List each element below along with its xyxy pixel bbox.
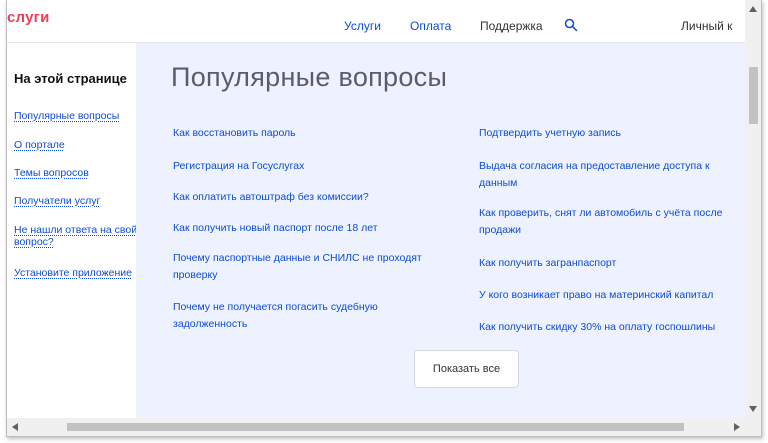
sidebar: На этой странице Популярные вопросы О по… bbox=[7, 43, 139, 418]
question-link[interactable]: Как восстановить пароль bbox=[173, 125, 443, 142]
search-icon[interactable] bbox=[564, 18, 578, 32]
page-viewport: слуги Услуги Оплата Поддержка Личный к Н… bbox=[7, 0, 745, 418]
vertical-scroll-thumb[interactable] bbox=[749, 67, 758, 124]
nav-services[interactable]: Услуги bbox=[344, 19, 381, 33]
question-link[interactable]: Регистрация на Госуслугах bbox=[173, 158, 443, 175]
sidebar-item-about[interactable]: О портале bbox=[14, 139, 139, 151]
sidebar-item-no-answer[interactable]: Не нашли ответа на свой вопрос? bbox=[14, 224, 139, 248]
logo[interactable]: слуги bbox=[7, 9, 49, 26]
vertical-scrollbar[interactable] bbox=[745, 0, 761, 418]
sidebar-item-topics[interactable]: Темы вопросов bbox=[14, 167, 139, 179]
nav-payment[interactable]: Оплата bbox=[410, 19, 451, 33]
horizontal-scroll-thumb[interactable] bbox=[67, 423, 684, 431]
question-link[interactable]: Почему паспортные данные и СНИЛС не прох… bbox=[173, 250, 438, 284]
site-header: слуги Услуги Оплата Поддержка Личный к bbox=[7, 0, 745, 43]
scroll-left-arrow-icon[interactable] bbox=[12, 423, 18, 431]
scroll-down-arrow-icon[interactable] bbox=[749, 406, 757, 412]
sidebar-item-recipients[interactable]: Получатели услуг bbox=[14, 195, 139, 207]
nav-support[interactable]: Поддержка bbox=[480, 19, 543, 33]
browser-window: слуги Услуги Оплата Поддержка Личный к Н… bbox=[6, 0, 762, 437]
sidebar-item-app[interactable]: Установите приложение bbox=[14, 267, 139, 279]
show-all-button[interactable]: Показать все bbox=[414, 350, 519, 388]
main-content: Популярные вопросы Как восстановить паро… bbox=[136, 43, 745, 418]
account-link[interactable]: Личный к bbox=[681, 19, 732, 33]
sidebar-title: На этой странице bbox=[14, 71, 127, 86]
scroll-up-arrow-icon[interactable] bbox=[749, 6, 757, 12]
scroll-right-arrow-icon[interactable] bbox=[734, 423, 740, 431]
scrollbar-corner bbox=[745, 418, 761, 436]
question-link[interactable]: Подтвердить учетную запись bbox=[479, 125, 734, 142]
question-link[interactable]: Как проверить, снят ли автомобиль с учёт… bbox=[479, 205, 739, 239]
sidebar-item-popular[interactable]: Популярные вопросы bbox=[14, 110, 139, 122]
horizontal-scrollbar[interactable] bbox=[7, 418, 745, 436]
question-link[interactable]: Выдача согласия на предоставление доступ… bbox=[479, 158, 734, 192]
question-link[interactable]: У кого возникает право на материнский ка… bbox=[479, 287, 739, 304]
question-link[interactable]: Как оплатить автоштраф без комиссии? bbox=[173, 189, 443, 206]
question-link[interactable]: Как получить загранпаспорт bbox=[479, 255, 734, 272]
question-link[interactable]: Как получить скидку 30% на оплату госпош… bbox=[479, 319, 739, 336]
page-title: Популярные вопросы bbox=[171, 62, 448, 92]
question-link[interactable]: Как получить новый паспорт после 18 лет bbox=[173, 220, 443, 237]
question-link[interactable]: Почему не получается погасить судебную з… bbox=[173, 299, 408, 333]
